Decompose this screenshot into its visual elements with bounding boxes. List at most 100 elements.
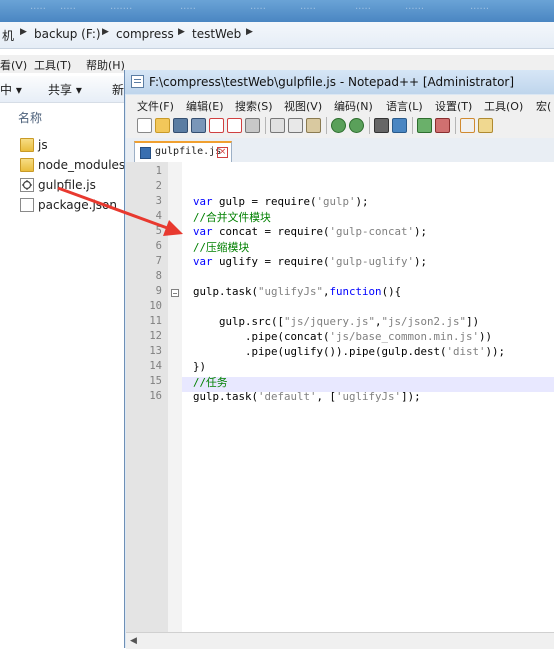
menu-search[interactable]: 搜索(S) (235, 98, 273, 114)
code-line-14: }) (193, 360, 207, 373)
address-bar[interactable]: 机 ▶ backup (F:) ▶ compress ▶ testWeb ▶ (0, 22, 554, 49)
file-name: package.json (38, 198, 118, 212)
save-all-icon[interactable] (191, 118, 206, 133)
organize-button[interactable]: 中 ▾ (0, 81, 22, 98)
menu-edit[interactable]: 编辑(E) (186, 98, 224, 114)
code-text: ); (414, 255, 428, 268)
cut-icon[interactable] (270, 118, 285, 133)
breadcrumb-drive[interactable]: backup (F:) (34, 27, 101, 41)
notepad-toolbar (126, 114, 554, 139)
menu-encoding[interactable]: 编码(N) (334, 98, 373, 114)
chevron-right-icon: ▶ (178, 27, 185, 37)
code-editor[interactable]: 1 2 3 4 5 6 7 8 9 10 11 12 13 14 15 16 v… (126, 162, 554, 649)
string: 'default' (258, 390, 317, 403)
code-text: (){ (381, 285, 402, 298)
blurred-tab: ····· (60, 4, 76, 15)
folder-icon (20, 138, 34, 152)
code-line-13: .pipe(uglify()).pipe(gulp.dest('dist')); (193, 345, 505, 358)
menu-help[interactable]: 帮助(H) (86, 57, 125, 73)
new-file-icon[interactable] (137, 118, 152, 133)
code-text: gulp = require( (212, 195, 317, 208)
code-line-7: var uglify = require('gulp-uglify'); (193, 255, 427, 268)
code-text: )) (479, 330, 493, 343)
share-button[interactable]: 共享 ▾ (48, 81, 82, 98)
toolbar-separator (326, 117, 327, 134)
line-number: 1 (155, 165, 162, 177)
line-number: 4 (155, 210, 162, 222)
line-number: 6 (155, 240, 162, 252)
notepad-title-bar[interactable]: F:\compress\testWeb\gulpfile.js - Notepa… (125, 70, 554, 94)
close-all-icon[interactable] (227, 118, 242, 133)
code-line-6: //压缩模块 (193, 241, 250, 254)
taskbar-strip: ····· ····· ······· ····· ····· ····· ··… (0, 0, 554, 22)
new-folder-button[interactable]: 新 (112, 81, 124, 98)
redo-icon[interactable] (349, 118, 364, 133)
menu-tools[interactable]: 工具(O) (484, 98, 523, 114)
toolbar-separator (455, 117, 456, 134)
line-number: 2 (155, 180, 162, 192)
menu-settings[interactable]: 设置(T) (435, 98, 472, 114)
code-line-4: //合并文件模块 (193, 211, 271, 224)
close-tab-icon[interactable]: × (217, 147, 228, 158)
code-text: .pipe(concat( (193, 330, 330, 343)
print-icon[interactable] (245, 118, 260, 133)
breadcrumb-testweb[interactable]: testWeb (192, 27, 241, 41)
line-number: 7 (155, 255, 162, 267)
notepad-app-icon (131, 75, 144, 88)
code-text: ]); (401, 390, 421, 403)
string: "js/json2.js" (381, 315, 467, 328)
horizontal-scrollbar[interactable]: ◀ (126, 632, 554, 649)
notepad-menu-bar: 文件(F) 编辑(E) 搜索(S) 视图(V) 编码(N) 语言(L) 设置(T… (126, 95, 554, 114)
replace-icon[interactable] (392, 118, 407, 133)
breadcrumb-computer[interactable]: 机 (2, 27, 14, 44)
menu-language[interactable]: 语言(L) (386, 98, 423, 114)
close-file-icon[interactable] (209, 118, 224, 133)
code-text: , [ (316, 390, 337, 403)
blurred-tab: ······ (470, 4, 490, 15)
menu-macro[interactable]: 宏( (536, 98, 551, 114)
line-number: 10 (149, 300, 162, 312)
string: 'js/base_common.min.js' (329, 330, 480, 343)
scroll-left-icon[interactable]: ◀ (130, 636, 137, 646)
line-number: 14 (149, 360, 162, 372)
sync-scroll-icon[interactable] (460, 118, 475, 133)
toolbar-separator (369, 117, 370, 134)
open-file-icon[interactable] (155, 118, 170, 133)
copy-icon[interactable] (288, 118, 303, 133)
undo-icon[interactable] (331, 118, 346, 133)
column-header-name[interactable]: 名称 (18, 109, 42, 126)
blurred-tab: ····· (300, 4, 316, 15)
breadcrumb-compress[interactable]: compress (116, 27, 174, 41)
line-number: 3 (155, 195, 162, 207)
string: "uglifyJs" (258, 285, 324, 298)
keyword: var (193, 195, 213, 208)
zoom-in-icon[interactable] (417, 118, 432, 133)
save-icon[interactable] (173, 118, 188, 133)
keyword: function (329, 285, 382, 298)
fold-collapse-icon[interactable] (171, 289, 179, 297)
code-line-16: gulp.task('default', ['uglifyJs']); (193, 390, 421, 403)
find-icon[interactable] (374, 118, 389, 133)
toolbar-separator (265, 117, 266, 134)
menu-file[interactable]: 文件(F) (137, 98, 174, 114)
code-text: ); (414, 225, 428, 238)
file-name: gulpfile.js (38, 178, 96, 192)
code-text: )); (485, 345, 506, 358)
code-text: gulp.task( (193, 390, 259, 403)
menu-view[interactable]: 视图(V) (284, 98, 322, 114)
code-line-15: //任务 (193, 376, 228, 389)
file-list: 名称 js node_modules gulpfile.js package.j… (0, 103, 125, 648)
blurred-tab: ····· (30, 4, 46, 15)
menu-view[interactable]: 看(V) (0, 57, 27, 73)
document-tab-bar: gulpfile.js × (126, 138, 554, 163)
fold-margin (168, 162, 182, 632)
blurred-tab: ····· (180, 4, 196, 15)
paste-icon[interactable] (306, 118, 321, 133)
menu-tools[interactable]: 工具(T) (34, 57, 71, 73)
code-line-12: .pipe(concat('js/base_common.min.js')) (193, 330, 492, 343)
zoom-out-icon[interactable] (435, 118, 450, 133)
chevron-right-icon: ▶ (102, 27, 109, 37)
tab-gulpfile[interactable]: gulpfile.js × (134, 141, 232, 162)
word-wrap-icon[interactable] (478, 118, 493, 133)
window-title: F:\compress\testWeb\gulpfile.js - Notepa… (149, 75, 515, 89)
